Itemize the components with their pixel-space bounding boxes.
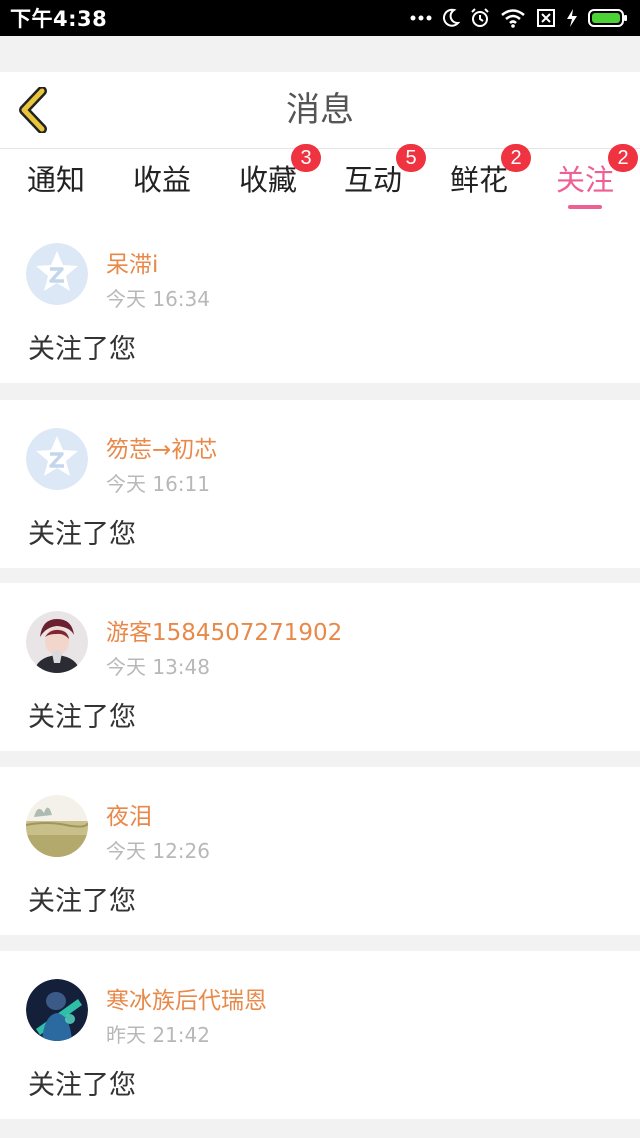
page-title: 消息 (286, 90, 354, 130)
header-bar: 消息 (0, 72, 640, 149)
sim-off-icon (536, 8, 556, 28)
alarm-icon (470, 8, 490, 28)
game-character-avatar[interactable] (26, 979, 88, 1041)
tab-follows[interactable]: 关注 2 (535, 144, 638, 215)
battery-icon (588, 8, 628, 28)
default-qq-avatar-icon[interactable] (26, 243, 88, 305)
unread-badge: 2 (501, 144, 531, 172)
tab-bar: 通知 收益 收藏 3 互动 5 鲜花 2 关注 2 (0, 144, 640, 215)
timestamp: 今天 13:48 (106, 655, 210, 679)
tab-label: 互动 (343, 163, 402, 197)
tab-flowers[interactable]: 鲜花 2 (429, 144, 531, 215)
username[interactable]: 游客1584507271902 (106, 613, 342, 647)
message-text: 关注了您 (28, 519, 136, 550)
timestamp: 今天 16:11 (106, 472, 210, 496)
back-button[interactable] (14, 86, 54, 134)
username[interactable]: 呆滞i (106, 245, 158, 279)
list-item[interactable]: 寒冰族后代瑞恩 昨天 21:42 关注了您 (0, 951, 640, 1119)
timestamp: 昨天 21:42 (106, 1023, 210, 1047)
list-item[interactable]: 笏莣→初芯 今天 16:11 关注了您 (0, 400, 640, 568)
chevron-left-icon (19, 87, 47, 133)
timestamp: 今天 16:34 (106, 287, 210, 311)
top-spacer (0, 36, 640, 72)
charging-icon (566, 8, 578, 28)
tab-label: 通知 (26, 163, 85, 197)
status-time: 下午4:38 (10, 7, 108, 31)
list-item[interactable]: 呆滞i 今天 16:34 关注了您 (0, 215, 640, 383)
default-qq-avatar-icon[interactable] (26, 428, 88, 490)
unread-badge: 3 (291, 144, 321, 172)
tab-notice[interactable]: 通知 (6, 149, 106, 215)
message-text: 关注了您 (28, 702, 136, 733)
username[interactable]: 寒冰族后代瑞恩 (106, 981, 267, 1015)
tab-earnings[interactable]: 收益 (112, 149, 212, 215)
message-text: 关注了您 (28, 1070, 136, 1101)
status-icons (410, 0, 628, 36)
timestamp: 今天 12:26 (106, 839, 210, 863)
moon-icon (442, 8, 460, 28)
active-tab-indicator (568, 205, 602, 209)
list-item[interactable]: 游客1584507271902 今天 13:48 关注了您 (0, 583, 640, 751)
message-text: 关注了您 (28, 886, 136, 917)
more-dots-icon (410, 15, 432, 21)
status-bar: 下午4:38 (0, 0, 640, 36)
username[interactable]: 夜泪 (106, 797, 152, 831)
landscape-photo-avatar[interactable] (26, 795, 88, 857)
tab-label: 收益 (132, 163, 191, 197)
list-item[interactable]: 夜泪 今天 12:26 关注了您 (0, 767, 640, 935)
username[interactable]: 笏莣→初芯 (106, 430, 217, 464)
tab-label: 收藏 (238, 163, 297, 197)
unread-badge: 2 (608, 144, 638, 172)
user-photo-avatar[interactable] (26, 611, 88, 673)
tab-label: 关注 (555, 163, 614, 197)
tab-label: 鲜花 (449, 163, 508, 197)
unread-badge: 5 (396, 144, 426, 172)
tab-favorites[interactable]: 收藏 3 (218, 144, 321, 215)
tab-interactions[interactable]: 互动 5 (323, 144, 426, 215)
wifi-icon (500, 8, 526, 28)
message-text: 关注了您 (28, 334, 136, 365)
